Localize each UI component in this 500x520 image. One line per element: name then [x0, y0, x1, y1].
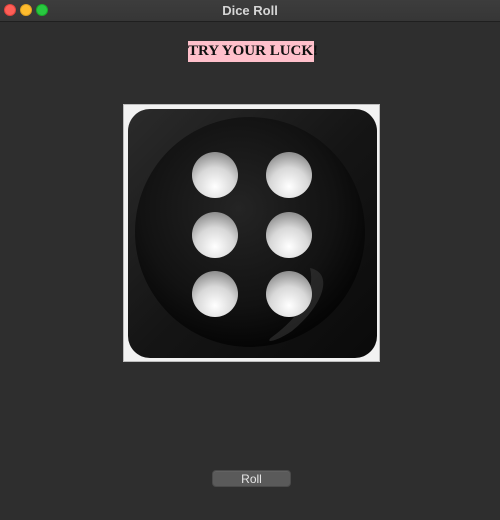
roll-button[interactable]: Roll	[212, 470, 291, 487]
dice-pip	[266, 212, 312, 258]
app-window: Dice Roll TRY YOUR LUCK! Roll	[0, 0, 500, 520]
try-your-luck-heading: TRY YOUR LUCK!	[188, 41, 318, 62]
dice-pip	[192, 212, 238, 258]
dice-pip	[192, 152, 238, 198]
dice-face	[135, 117, 365, 347]
window-title: Dice Roll	[222, 3, 278, 18]
dice-six-icon	[128, 109, 377, 358]
dice-pip	[192, 271, 238, 317]
dice-image-frame	[123, 104, 380, 362]
title-bar: Dice Roll	[0, 0, 500, 22]
dice-pip	[266, 152, 312, 198]
dice-pip	[266, 271, 312, 317]
